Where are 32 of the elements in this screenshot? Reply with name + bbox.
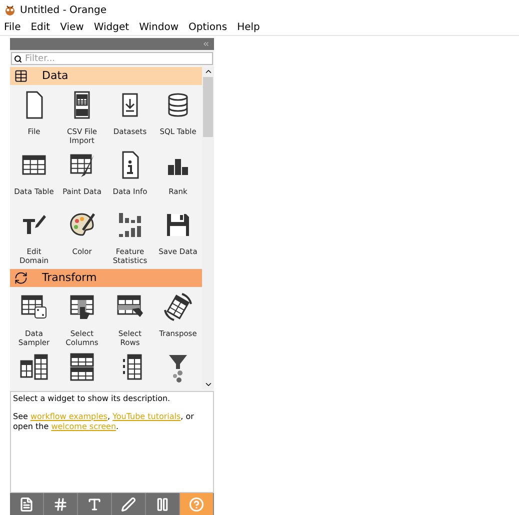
rotate-table-icon xyxy=(162,291,194,323)
app-logo-icon xyxy=(4,4,16,16)
help-links-text: See workflow examples, YouTube tutorials, or open the welcome screen. xyxy=(13,412,195,432)
toolbar-button[interactable] xyxy=(180,493,214,515)
menu-item[interactable]: Widget xyxy=(94,20,130,35)
filter-field[interactable]: Filter... xyxy=(11,52,213,65)
hash-icon xyxy=(53,496,68,512)
scroll-down-icon[interactable] xyxy=(204,380,212,389)
menu-item[interactable]: Window xyxy=(139,20,178,35)
scroll-thumb[interactable] xyxy=(203,77,213,137)
description-text: Select a widget to show its description. xyxy=(13,394,172,404)
text-icon xyxy=(87,496,102,512)
collapse-icon[interactable] xyxy=(202,40,210,48)
help-icon xyxy=(189,496,204,512)
category-title: Data xyxy=(42,68,68,84)
refresh-icon xyxy=(14,271,28,285)
menu-item[interactable]: File xyxy=(4,20,21,35)
category-header[interactable]: Transform xyxy=(10,269,202,287)
menu-item[interactable]: Options xyxy=(188,20,228,35)
category-header[interactable]: Data xyxy=(10,67,202,85)
menu-item[interactable]: Edit xyxy=(30,20,50,35)
menu-item[interactable]: Help xyxy=(237,20,260,35)
scroll-up-icon[interactable] xyxy=(204,67,212,76)
scrollbar[interactable] xyxy=(202,67,214,389)
pause-icon xyxy=(155,496,170,512)
window-title: Untitled - Orange xyxy=(20,4,106,18)
table-icon xyxy=(14,69,28,83)
pen-icon xyxy=(121,496,136,512)
search-icon xyxy=(14,55,22,63)
document-icon xyxy=(19,496,34,512)
category-title: Transform xyxy=(42,270,97,286)
menu-item[interactable]: View xyxy=(60,20,84,35)
